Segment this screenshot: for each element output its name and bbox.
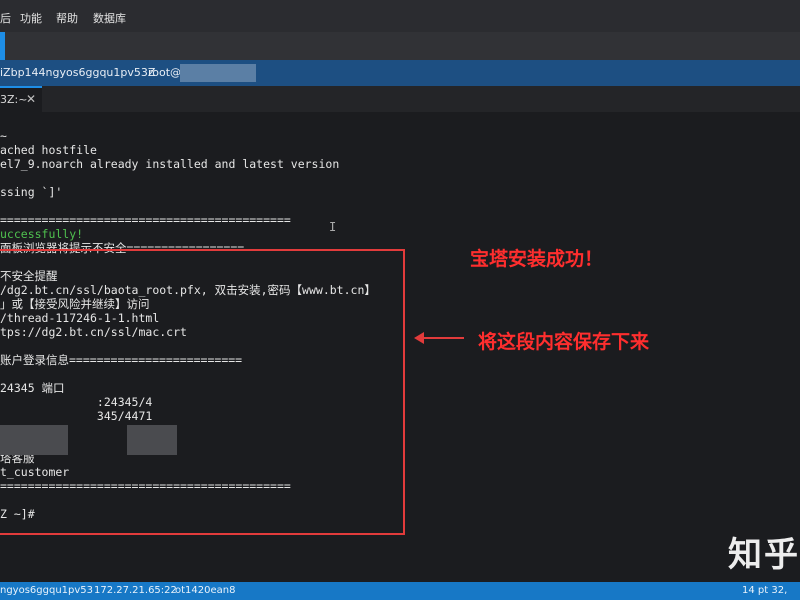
text-cursor-icon: I [329, 220, 337, 234]
menu-item-database[interactable]: 数据库 [93, 10, 126, 26]
menu-item-help[interactable]: 帮助 [56, 10, 78, 26]
watermark: 知乎 [728, 535, 800, 575]
session-id: iZbp144ngyos6ggqu1pv53Z [0, 66, 156, 79]
status-right: 14 pt 32, [742, 585, 788, 596]
menu-item-session[interactable]: 后 [0, 10, 11, 26]
terminal-line: ========================================… [0, 213, 291, 227]
close-icon[interactable]: ✕ [26, 92, 36, 106]
redacted-host [180, 64, 256, 82]
terminal-line: ssing `]' [0, 185, 63, 199]
terminal-line: el7_9.noarch already installed and lates… [0, 157, 340, 171]
session-user: root@ [148, 66, 182, 79]
terminal-line: ached hostfile [0, 143, 97, 157]
annotation-save: 将这段内容保存下来 [478, 331, 650, 353]
arrow-icon [414, 332, 464, 344]
menu-bar: 后 功能 帮助 数据库 [0, 0, 800, 32]
toolbar [0, 32, 800, 61]
terminal-line: uccessfully! [0, 227, 84, 241]
status-host: ot1420ean8 [175, 585, 236, 596]
status-ip: 172.27.21.65:22 [94, 585, 177, 596]
session-bar[interactable]: iZbp144ngyos6ggqu1pv53Z root@ [0, 60, 800, 86]
annotation-success: 宝塔安装成功！ [470, 248, 604, 270]
tab-title: 3Z:~ [0, 93, 28, 106]
terminal-line: ~ [0, 129, 7, 143]
tab-terminal[interactable]: 3Z:~ ✕ [0, 86, 42, 112]
tab-row: 3Z:~ ✕ [0, 86, 800, 112]
terminal-output[interactable]: ~ ached hostfile el7_9.noarch already inst… [0, 112, 800, 582]
menu-item-functions[interactable]: 功能 [20, 10, 42, 26]
status-bar: ngyos6ggqu1pv53 172.27.21.65:22 ot1420ea… [0, 582, 800, 600]
highlight-box [0, 249, 405, 535]
status-session: ngyos6ggqu1pv53 [0, 585, 94, 596]
toolbar-accent [0, 32, 5, 60]
